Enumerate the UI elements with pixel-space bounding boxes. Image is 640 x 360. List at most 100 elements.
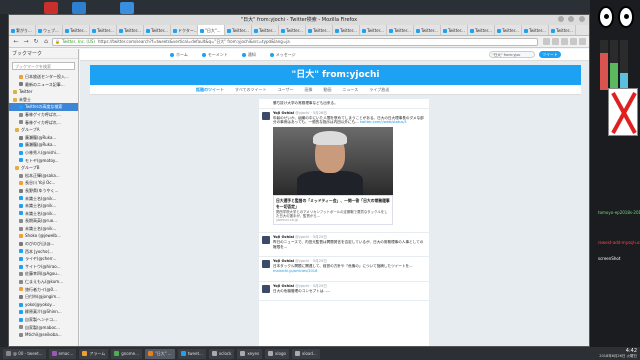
twitter-search-input[interactable]: "日大" from:yjoc (489, 51, 535, 58)
tweet-handle[interactable]: @yjochi · 5月25日 (295, 284, 327, 288)
tweet-link[interactable]: mainichi.jp/articles/2018 (273, 269, 317, 273)
bookmark-item[interactable]: 長野県(ゆうやく... (9, 187, 78, 195)
browser-tab[interactable]: 繋がり... (9, 25, 36, 35)
bookmark-item[interactable]: Twitter (9, 88, 78, 96)
library-icon[interactable] (561, 38, 568, 45)
tweet-item[interactable]: Yoji Ochiai @yjochi · 5月25日 昨日のニュースで、内田元監… (259, 233, 429, 258)
bookmark-item[interactable]: Twitterの高度な検索 (9, 103, 78, 111)
browser-tab[interactable]: Twitter... (495, 25, 522, 35)
desktop-file-label[interactable]: tomoyo-ep2018s-201801 (598, 210, 640, 215)
bookmark-search-input[interactable]: ブックマークを検索 (12, 62, 75, 70)
taskbar-item[interactable]: tweet... (177, 348, 206, 359)
tweet-handle[interactable]: @yjochi · 5月25日 (295, 259, 327, 263)
tweet-photo[interactable] (273, 126, 393, 195)
bookmark-item[interactable]: 廣瀬龍(@Ruka... (9, 141, 78, 149)
bookmark-item[interactable]: 長期高英(@ruo... (9, 217, 78, 225)
taskbar-item[interactable]: xload... (291, 348, 320, 359)
bookmark-item[interactable]: 小林秀人(@nishi... (9, 149, 78, 157)
browser-tab[interactable]: Twitter... (279, 25, 306, 35)
avatar[interactable] (262, 236, 270, 245)
taskbar-item[interactable]: emac... (48, 348, 77, 359)
avatar[interactable] (262, 284, 270, 293)
browser-tab[interactable]: ウェブ... (36, 25, 63, 35)
taskbar-item[interactable]: アラーム (79, 348, 109, 359)
bookmark-item[interactable]: 春林ゲイカ呼ばれ... (9, 119, 78, 127)
bookmark-item[interactable]: グループA (9, 126, 78, 134)
browser-tab[interactable]: Twitter... (306, 25, 333, 35)
tweet-author[interactable]: Yoji Ochiai (273, 284, 294, 288)
browser-tab[interactable]: "日大"... (198, 25, 225, 35)
search-tab[interactable]: すべてのツイート (235, 87, 267, 93)
bookmark-item[interactable]: グループB (9, 164, 78, 172)
tweet-button[interactable]: ツイート (539, 51, 561, 58)
clock[interactable]: 4:42 2018年6月26日 火曜日 (599, 348, 637, 359)
menu-icon[interactable] (579, 38, 586, 45)
browser-tab[interactable]: ドクター... (171, 25, 198, 35)
bookmark-item[interactable]: 未識士名(@nik... (9, 195, 78, 203)
taskbar-item[interactable]: gnome... (111, 348, 142, 359)
desktop-folder-icon[interactable] (120, 2, 134, 14)
reload-icon[interactable]: ↻ (32, 38, 40, 46)
taskbar-item[interactable]: xeyes (237, 348, 263, 359)
browser-tab[interactable]: Twitter... (90, 25, 117, 35)
bookmark-item[interactable]: 日本放送センター投入... (9, 73, 78, 81)
download-icon[interactable] (552, 38, 559, 45)
search-tab[interactable]: ライブ放送 (369, 87, 389, 93)
tweet-item[interactable]: Yoji Ochiai @yjochi · 5月25日 日大の危機管理のコンセプト… (259, 282, 429, 302)
close-icon[interactable] (579, 16, 585, 22)
search-tab[interactable]: 動画 (323, 87, 331, 93)
link-card[interactable]: 日大選手と監督の「ミッドティー会」、一問一答「日大の常務理事を一切否定」 関西学院… (273, 194, 393, 226)
bookmark-item[interactable]: Shoko (@jewelb... (9, 232, 78, 240)
maximize-icon[interactable] (568, 16, 575, 22)
tweet-author[interactable]: Yoji Ochiai (273, 259, 294, 263)
bookmark-item[interactable]: 未識士名(@nik... (9, 225, 78, 233)
search-tab[interactable]: 話題のツイート (196, 87, 224, 93)
search-tab[interactable]: ユーザー (278, 87, 294, 93)
bookmark-item[interactable]: yoko(@yokoy... (9, 301, 78, 309)
tweet-author[interactable]: Yoji Ochiai (273, 111, 294, 115)
sidebar-icon[interactable] (570, 38, 577, 45)
browser-tab[interactable]: Twitter... (387, 25, 414, 35)
desktop-file-label[interactable]: rewest-add-mysql-ucsq.m (598, 240, 640, 245)
bookmark-item[interactable]: 自家製(@maboc... (9, 324, 78, 332)
tweet-item[interactable]: Yoji Ochiai @yjochi · 5月26日 年齢のせいか、組織の中にい… (259, 109, 429, 234)
desktop-app-icon-red[interactable] (44, 2, 58, 14)
minimize-icon[interactable] (557, 16, 564, 22)
home-icon[interactable]: ⌂ (42, 38, 50, 46)
bookmark-item[interactable]: Mtichi(@seikoba... (9, 331, 78, 339)
bookmark-item[interactable]: 最新のニュース記事... (9, 81, 78, 89)
avatar[interactable] (262, 260, 270, 269)
bookmark-item[interactable]: 春林ゲイカ呼ばれ... (9, 111, 78, 119)
bookmark-item[interactable]: 未識士名(@nik... (9, 210, 78, 218)
browser-tab[interactable]: Twitter... (441, 25, 468, 35)
nav-home[interactable]: ホーム (170, 52, 188, 58)
url-text[interactable]: https://twitter.com/search?f=tweets&vert… (98, 39, 290, 45)
bookmark-item[interactable]: 未識士名(@nik... (9, 202, 78, 210)
browser-tab[interactable]: Twitter... (252, 25, 279, 35)
bookmark-item[interactable]: モトヤ(@motoy... (9, 157, 78, 165)
bookmark-item[interactable]: 長谷川 Yoji Oc... (9, 179, 78, 187)
desktop-file-label[interactable]: screenShot (598, 256, 640, 261)
tweet-handle[interactable]: @yjochi · 5月25日 (295, 235, 327, 239)
taskbar-item[interactable]: @ 00 - tweet... (3, 348, 46, 359)
bookmark-item[interactable]: のびのび山(@... (9, 240, 78, 248)
tweet-author[interactable]: Yoji Ochiai (273, 235, 294, 239)
browser-tab[interactable]: Twitter... (63, 25, 90, 35)
bookmark-item[interactable]: 柳原真介(@Shinn... (9, 308, 78, 316)
bookmark-star-icon[interactable] (543, 38, 550, 45)
browser-tab[interactable]: Twitter... (468, 25, 495, 35)
bookmark-item[interactable]: 西本 Jyocho(... (9, 248, 78, 256)
browser-tab[interactable]: Twitter... (117, 25, 144, 35)
browser-tab[interactable]: Twitter... (225, 25, 252, 35)
nav-messages[interactable]: メッセージ (269, 52, 296, 58)
bookmark-item[interactable]: 未登士 (9, 96, 78, 104)
search-tab[interactable]: ニュース (342, 87, 358, 93)
tweet-handle[interactable]: @yjochi · 5月26日 (295, 111, 327, 115)
bookmark-item[interactable]: ライヤ(@cherr... (9, 255, 78, 263)
tweet-link[interactable]: twitter.com/i/web/status/1 (360, 120, 407, 124)
bookmark-item[interactable]: 旅行者カイ(@0... (9, 286, 78, 294)
search-tab[interactable]: 画像 (304, 87, 312, 93)
bookmark-item[interactable]: サイトウ(@hirao... (9, 263, 78, 271)
browser-tab[interactable]: Twitter... (522, 25, 549, 35)
tweet-item[interactable]: 勝ち抜け大学の常務理事なども出来る。 (259, 99, 429, 109)
